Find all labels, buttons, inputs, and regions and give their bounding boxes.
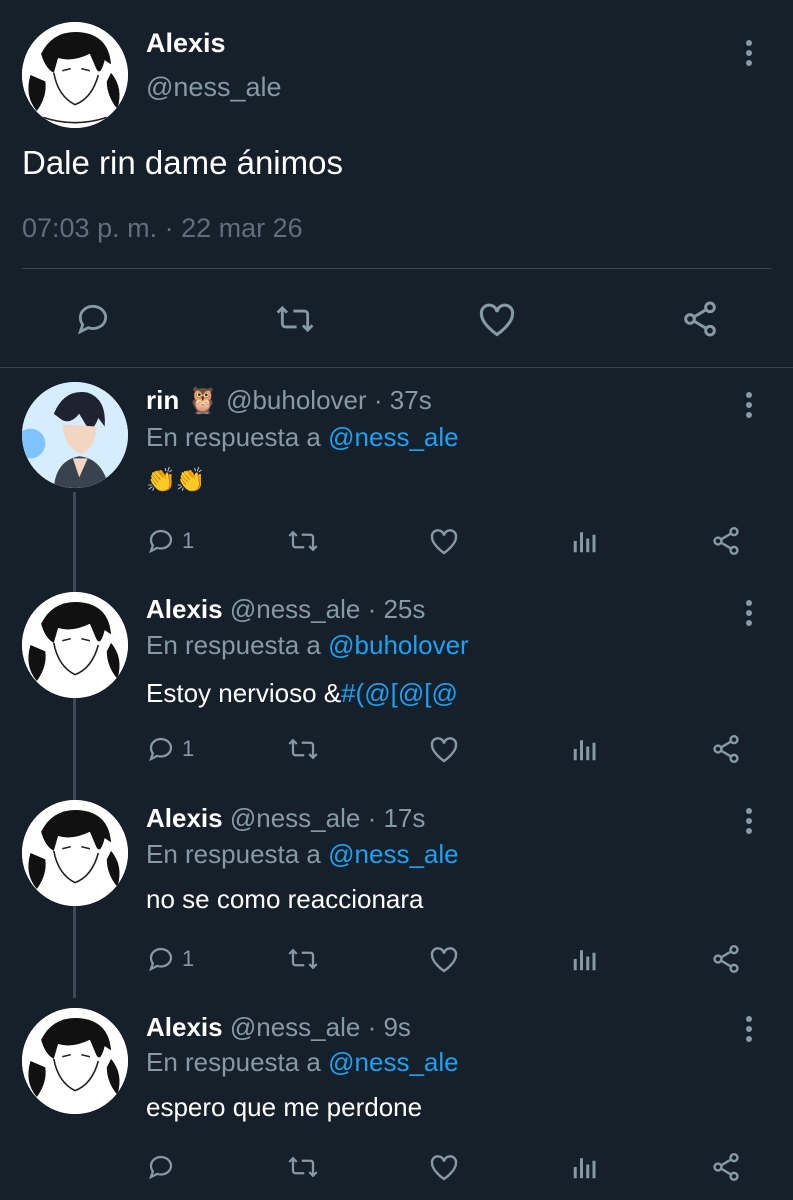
share-icon[interactable] [710,732,742,771]
reply-header: rin 🦉 @buholover · 37s [146,385,432,416]
reply-prefix: En respuesta a [146,1047,321,1077]
like-icon[interactable] [428,526,460,561]
retweet-icon[interactable] [284,734,322,769]
author-name[interactable]: Alexis [146,594,223,624]
reply-text-link[interactable]: #(@[@[@ [341,678,458,708]
analytics-icon[interactable] [570,526,600,561]
reply-to-line: En respuesta a @ness_ale [146,1047,459,1078]
analytics-icon[interactable] [570,944,600,979]
reply-time: · 25s [367,594,426,624]
author-handle[interactable]: @ness_ale [146,72,282,103]
reply-header: Alexis @ness_ale · 17s [146,803,425,834]
reply-text-plain: no se como reaccionara [146,884,424,914]
analytics-icon[interactable] [570,1152,600,1187]
reply-mention[interactable]: @ness_ale [328,1047,458,1077]
tweet-text: Dale rin dame ánimos [22,144,343,181]
reply-button[interactable]: 1 [146,944,194,974]
reply-button[interactable]: 1 [146,734,194,764]
divider [0,367,793,368]
reply-text-plain: espero que me perdone [146,1092,423,1122]
manga-avatar-image [22,592,128,698]
reply-text-plain: Estoy nervioso & [146,678,342,708]
author-name[interactable]: rin [146,385,179,415]
reply-prefix: En respuesta a [146,839,321,869]
reply-to-line: En respuesta a @ness_ale [146,839,459,870]
reply-to-line: En respuesta a @ness_ale [146,422,459,453]
author-handle[interactable]: @ness_ale [230,1012,360,1042]
analytics-icon[interactable] [570,734,600,769]
retweet-icon[interactable] [284,526,322,561]
reply-count: 1 [182,736,195,761]
thread-line [73,492,76,998]
retweet-icon[interactable] [284,944,322,979]
divider [22,268,772,269]
author-handle[interactable]: @ness_ale [230,594,360,624]
retweet-icon[interactable] [272,300,318,338]
like-icon[interactable] [428,1152,460,1187]
reply-header: Alexis @ness_ale · 9s [146,1012,411,1043]
reply-prefix: En respuesta a [146,630,321,660]
manga-avatar-image [22,22,128,128]
author-handle[interactable]: @buholover [226,385,367,415]
more-options-icon[interactable] [746,600,754,630]
reply-text: Estoy nervioso &#(@[@[@ [146,678,458,709]
avatar[interactable] [22,1008,128,1114]
more-options-icon[interactable] [746,808,754,838]
reply-to-line: En respuesta a @buholover [146,630,469,661]
manga-avatar-image [22,800,128,906]
share-icon[interactable] [710,1150,742,1189]
author-handle[interactable]: @ness_ale [230,803,360,833]
reply-header: Alexis @ness_ale · 25s [146,594,425,625]
author-name[interactable]: Alexis [146,803,223,833]
tweet-timestamp[interactable]: 07:03 p. m. · 22 mar 26 [22,213,303,244]
reply-text: 👏👏 [146,466,206,495]
share-icon[interactable] [710,524,742,563]
owl-emoji: 🦉 [186,385,219,415]
like-icon[interactable] [428,734,460,769]
share-icon[interactable] [710,942,742,981]
author-name[interactable]: Alexis [146,28,226,59]
avatar[interactable] [22,800,128,906]
reply-mention[interactable]: @buholover [328,630,469,660]
reply-text: espero que me perdone [146,1092,422,1123]
comment-icon [149,529,173,554]
more-options-icon[interactable] [746,1016,754,1046]
avatar[interactable] [22,22,128,128]
retweet-icon[interactable] [284,1152,322,1187]
comment-icon[interactable] [146,1152,176,1187]
reply-time: · 37s [373,385,432,415]
like-icon[interactable] [476,300,518,338]
more-options-icon[interactable] [746,392,754,422]
anime-avatar-image [22,382,128,488]
reply-mention[interactable]: @ness_ale [328,422,458,452]
share-icon[interactable] [680,298,720,340]
avatar[interactable] [22,382,128,488]
reply-mention[interactable]: @ness_ale [328,839,458,869]
reply-text: no se como reaccionara [146,884,423,915]
author-name[interactable]: Alexis [146,1012,223,1042]
comment-icon [149,947,173,972]
reply-button[interactable]: 1 [146,526,194,556]
manga-avatar-image [22,1008,128,1114]
like-icon[interactable] [428,944,460,979]
comment-icon[interactable] [74,300,112,338]
reply-count: 1 [182,528,195,553]
comment-icon [149,737,173,762]
reply-time: · 17s [367,803,426,833]
more-options-icon[interactable] [746,40,754,70]
reply-prefix: En respuesta a [146,422,321,452]
reply-time: · 9s [367,1012,411,1042]
clap-emojis: 👏👏 [146,467,206,494]
reply-count: 1 [182,946,195,971]
avatar[interactable] [22,592,128,698]
